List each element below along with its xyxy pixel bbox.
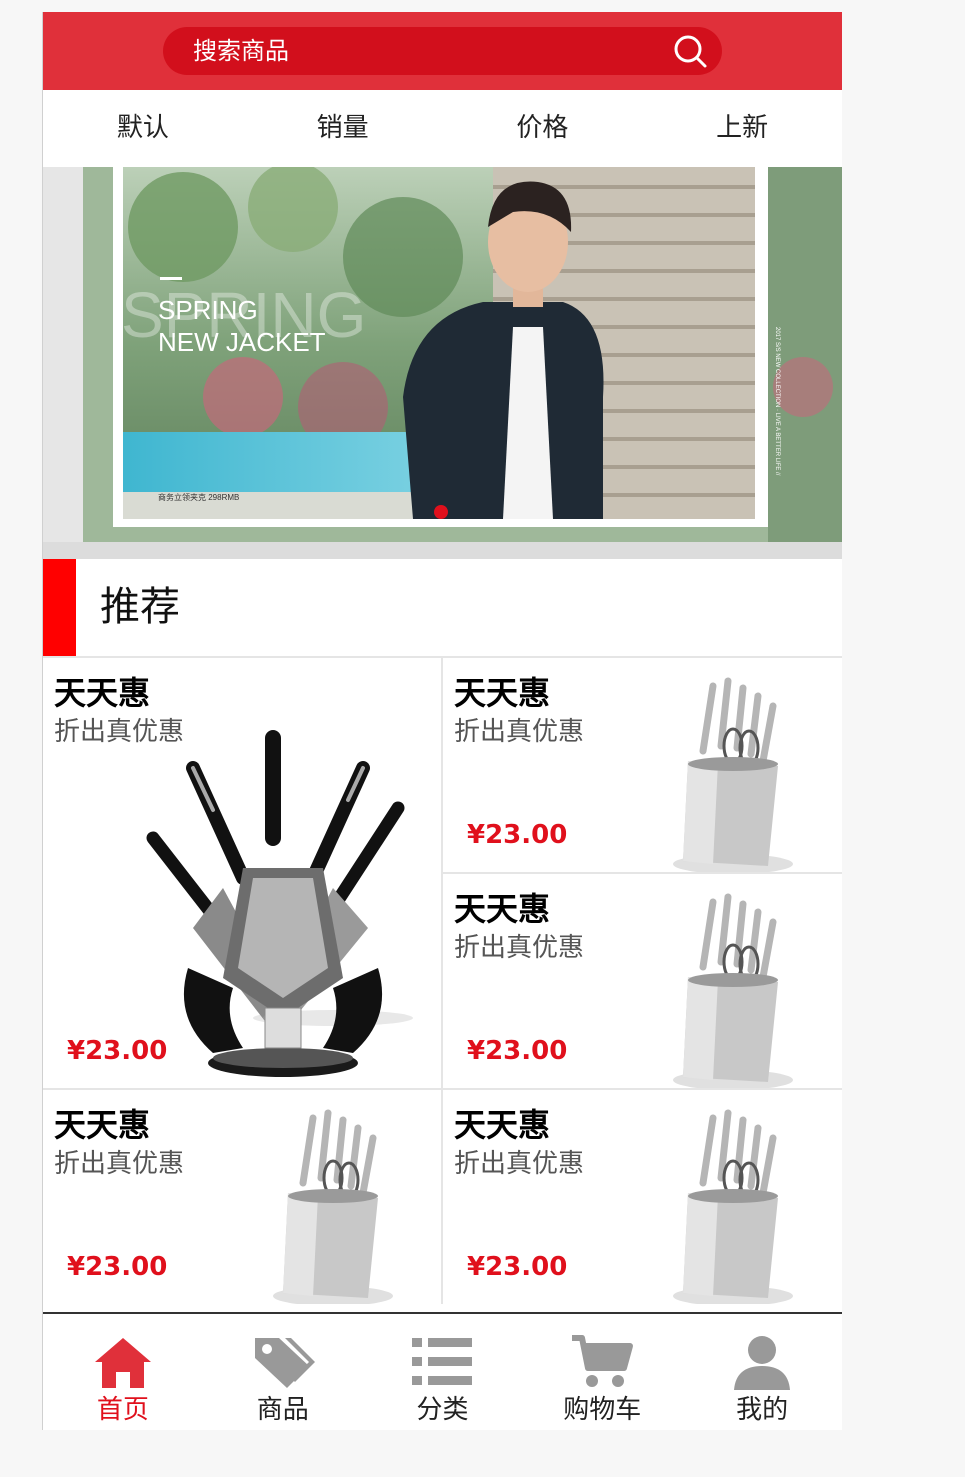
product-price: ¥23.00 [467,1252,568,1282]
banner-side-text: 2017 S/S NEW COLLECTION · LIVE A BETTER … [774,327,780,476]
tab-label: 购物车 [563,1395,642,1425]
tab-label: 首页 [96,1395,149,1425]
knife-stand-image [146,730,413,1077]
section-accent-bar [43,559,76,656]
product-price: ¥23.00 [467,820,568,850]
banner-headline-2: NEW JACKET [158,327,326,357]
tab-cart[interactable]: 购物车 [522,1314,682,1430]
search-icon[interactable] [672,33,708,69]
product-subtitle: 折出真优惠 [454,1149,585,1179]
sort-price[interactable]: 价格 [443,90,643,167]
banner-carousel[interactable]: SPRING SPRING NEW JACKET 商务立领夹克 298RMB 2… [43,167,842,559]
sort-bar: 默认 销量 价格 上新 [43,90,842,167]
tab-label: 我的 [736,1395,789,1425]
tab-label: 分类 [416,1395,469,1425]
product-title: 天天惠 [54,1106,151,1144]
product-card[interactable]: 天天惠 折出真优惠 ¥23.00 [443,658,842,872]
tab-products[interactable]: 商品 [203,1314,363,1430]
user-icon [734,1336,791,1390]
sort-sales[interactable]: 销量 [243,90,443,167]
product-card[interactable]: 天天惠 折出真优惠 ¥23.00 [443,1090,842,1304]
knife-block-image [673,677,793,872]
search-input[interactable]: 搜索商品 [163,27,722,75]
carousel-dot-active[interactable] [434,505,448,519]
section-header: 推荐 [43,559,842,658]
product-price: ¥23.00 [67,1252,168,1282]
tab-category[interactable]: 分类 [363,1314,523,1430]
list-icon [412,1338,473,1385]
home-icon [94,1338,151,1388]
sort-default[interactable]: 默认 [43,90,243,167]
tab-label: 商品 [256,1395,309,1425]
banner-tag: 商务立领夹克 298RMB [158,492,239,502]
product-price: ¥23.00 [67,1036,168,1066]
banner-headline-1: SPRING [158,295,258,325]
search-placeholder: 搜索商品 [193,37,289,65]
section-title: 推荐 [100,584,180,630]
product-subtitle: 折出真优惠 [454,717,585,747]
product-title: 天天惠 [454,1106,551,1144]
knife-block-image [673,1109,793,1304]
product-card[interactable]: 天天惠 折出真优惠 ¥23.00 [443,874,842,1088]
product-price: ¥23.00 [467,1036,568,1066]
cart-icon [572,1335,634,1387]
tag-icon [254,1338,315,1388]
product-card[interactable]: 天天惠 折出真优惠 ¥23.00 [43,1090,441,1304]
tab-mine[interactable]: 我的 [682,1314,842,1430]
header: 搜索商品 [43,12,842,90]
sort-new[interactable]: 上新 [642,90,842,167]
knife-block-image [673,893,793,1088]
product-title: 天天惠 [454,674,551,712]
product-title: 天天惠 [454,890,551,928]
tab-home[interactable]: 首页 [43,1314,203,1430]
banner-image: SPRING SPRING NEW JACKET 商务立领夹克 298RMB 2… [43,167,842,542]
bottom-tab-bar: 首页 商品 分类 购物车 我的 [43,1312,842,1430]
product-title: 天天惠 [54,674,151,712]
product-subtitle: 折出真优惠 [54,1149,185,1179]
app-screen: 搜索商品 默认 销量 价格 上新 SPRING SPRING NEW JACKE… [42,12,842,1430]
product-subtitle: 折出真优惠 [454,933,585,963]
product-card[interactable]: 天天惠 折出真优惠 ¥23.00 [43,658,441,1088]
knife-block-image [273,1109,393,1304]
